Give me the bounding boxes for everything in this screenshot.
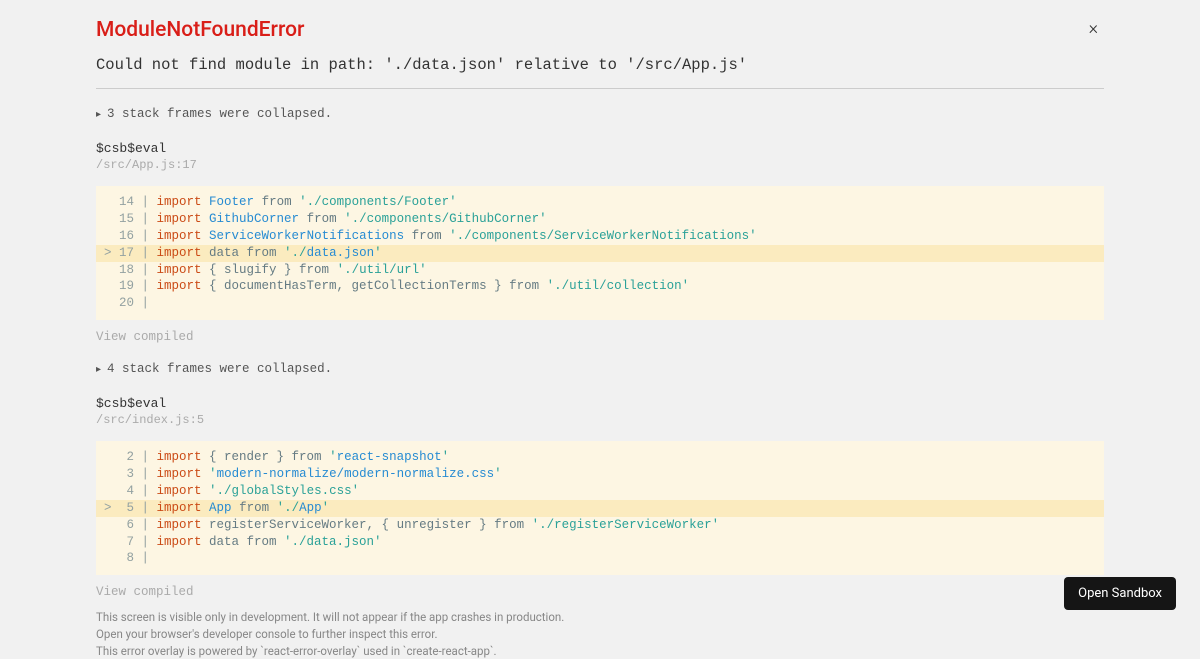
view-compiled-link[interactable]: View compiled (96, 330, 1104, 344)
footer-text: This screen is visible only in developme… (96, 609, 1104, 659)
error-message: Could not find module in path: './data.j… (96, 56, 1104, 74)
footer-line: This error overlay is powered by `react-… (96, 643, 1104, 659)
footer-line: This screen is visible only in developme… (96, 609, 1104, 626)
stack-frame-location: /src/App.js:17 (96, 158, 1104, 172)
open-sandbox-button[interactable]: Open Sandbox (1064, 577, 1176, 610)
code-block-1: 14 | import Footer from './components/Fo… (96, 186, 1104, 320)
error-title: ModuleNotFoundError (96, 18, 304, 42)
collapsed-frames-1[interactable]: 3 stack frames were collapsed. (96, 107, 1104, 121)
view-compiled-link[interactable]: View compiled (96, 585, 1104, 599)
code-block-2: 2 | import { render } from 'react-snapsh… (96, 441, 1104, 575)
collapsed-frames-2[interactable]: 4 stack frames were collapsed. (96, 362, 1104, 376)
close-icon[interactable]: × (1083, 18, 1104, 40)
divider (96, 88, 1104, 89)
stack-frame-name: $csb$eval (96, 141, 1104, 156)
footer-line: Open your browser's developer console to… (96, 626, 1104, 643)
stack-frame-location: /src/index.js:5 (96, 413, 1104, 427)
stack-frame-name: $csb$eval (96, 396, 1104, 411)
